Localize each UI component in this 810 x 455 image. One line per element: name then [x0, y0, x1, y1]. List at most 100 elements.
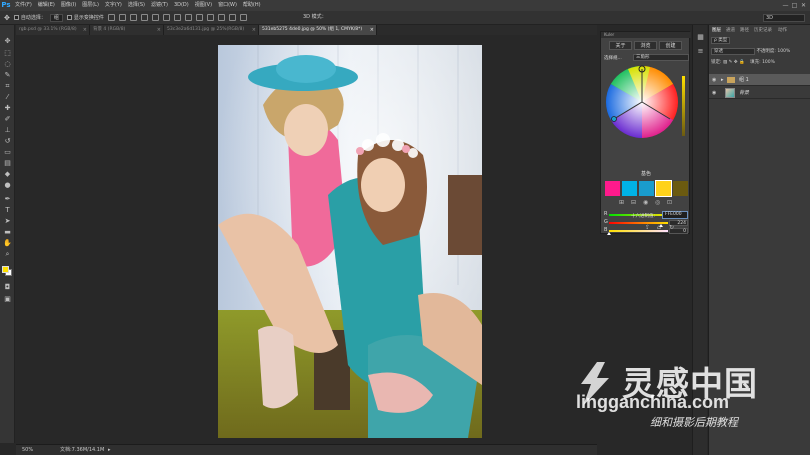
distribute-bottom-icon[interactable]	[195, 14, 203, 21]
distribute-top-icon[interactable]	[173, 14, 181, 21]
close-icon[interactable]: ×	[252, 25, 256, 35]
tab-actions[interactable]: 动作	[778, 27, 787, 33]
properties-panel-icon[interactable]: ≡	[696, 47, 705, 56]
opacity-value[interactable]: 100%	[777, 49, 790, 54]
workspace-dropdown[interactable]: 3D	[763, 14, 805, 22]
document-photo[interactable]	[218, 45, 482, 438]
foreground-color-swatch[interactable]	[2, 266, 9, 273]
doc-size-info[interactable]: 文档:7.36M/14.1M	[60, 445, 104, 455]
type-tool-icon[interactable]: T	[3, 206, 12, 215]
brush-tool-icon[interactable]: ✐	[3, 115, 12, 124]
path-select-tool-icon[interactable]: ➤	[3, 217, 12, 226]
visibility-eye-icon[interactable]: ◉	[712, 74, 716, 86]
tab-create[interactable]: 创建	[659, 41, 682, 50]
move-tool-icon[interactable]: ✥	[3, 37, 12, 46]
menu-item[interactable]: 3D(D)	[171, 0, 192, 11]
zoom-tool-icon[interactable]: ⌕	[3, 250, 12, 259]
align-vcenter-icon[interactable]	[118, 14, 126, 21]
refresh-icon[interactable]: ↻	[669, 224, 674, 231]
dodge-tool-icon[interactable]: ●	[3, 181, 12, 190]
eyedropper-tool-icon[interactable]: ⁄	[3, 93, 12, 102]
minimize-button[interactable]: —	[781, 0, 790, 11]
hand-tool-icon[interactable]: ✋	[3, 239, 12, 248]
move-tool-icon[interactable]: ✥	[4, 14, 10, 22]
fill-value[interactable]: 100%	[762, 60, 775, 65]
layer-row-group[interactable]: ◉ ▸ 组 1	[709, 74, 810, 86]
tab-browse[interactable]: 浏览	[634, 41, 657, 50]
maximize-button[interactable]: □	[790, 0, 799, 11]
doc-tab-active[interactable]: 531eb5275 4de0.jpg @ 50% (组 1, CMYK/8*) ×	[259, 25, 377, 35]
swatch-tool-icon[interactable]: ⊡	[667, 199, 672, 206]
color-rule-dropdown[interactable]: 三角形	[633, 54, 689, 61]
swatch-3[interactable]	[639, 181, 654, 196]
distribute-right-icon[interactable]	[228, 14, 236, 21]
lasso-tool-icon[interactable]: ◌	[3, 60, 12, 69]
swatch-1[interactable]	[605, 181, 620, 196]
blend-mode-dropdown[interactable]: 穿透	[711, 48, 755, 55]
expand-arrow-icon[interactable]: ▸	[721, 74, 724, 86]
menu-item[interactable]: 文字(Y)	[102, 0, 125, 11]
visibility-eye-icon[interactable]: ◉	[712, 87, 716, 99]
brightness-slider[interactable]	[682, 76, 685, 136]
upload-icon[interactable]: ⇪	[645, 224, 650, 231]
menu-item[interactable]: 文件(F)	[12, 0, 35, 11]
healing-brush-tool-icon[interactable]: ✚	[3, 104, 12, 113]
slider-thumb[interactable]	[607, 232, 611, 235]
quick-select-tool-icon[interactable]: ✎	[3, 71, 12, 80]
distribute-hcenter-icon[interactable]	[217, 14, 225, 21]
tab-about[interactable]: 关于	[609, 41, 632, 50]
tab-layers[interactable]: 图层	[712, 27, 721, 33]
pen-tool-icon[interactable]: ✒	[3, 195, 12, 204]
status-menu-icon[interactable]: ▸	[108, 445, 111, 455]
blur-tool-icon[interactable]: ◆	[3, 170, 12, 179]
align-left-icon[interactable]	[140, 14, 148, 21]
close-icon[interactable]: ×	[83, 25, 87, 35]
menu-item[interactable]: 帮助(H)	[240, 0, 264, 11]
tab-history[interactable]: 历史记录	[754, 27, 772, 33]
screen-mode-icon[interactable]: ▣	[3, 295, 12, 304]
menu-item[interactable]: 图像(I)	[58, 0, 79, 11]
swatch-tool-icon[interactable]: ⊟	[631, 199, 636, 206]
kuler-panel-title[interactable]: Kuler	[601, 32, 691, 38]
quick-mask-icon[interactable]: ◘	[3, 283, 12, 292]
menu-item[interactable]: 编辑(E)	[35, 0, 58, 11]
close-button[interactable]: ✕	[799, 0, 808, 11]
distribute-left-icon[interactable]	[206, 14, 214, 21]
swatch-4-base[interactable]	[655, 180, 672, 197]
color-wheel[interactable]	[604, 64, 680, 140]
auto-select-dropdown[interactable]: 组	[49, 13, 63, 22]
auto-select-checkbox[interactable]	[13, 15, 19, 20]
marquee-tool-icon[interactable]: ⬚	[3, 49, 12, 58]
align-hcenter-icon[interactable]	[151, 14, 159, 21]
doc-tab[interactable]: 背景 4 (RGB/8) ×	[90, 25, 164, 35]
layer-row-background[interactable]: ◉ 背景	[709, 87, 810, 99]
swatch-tool-icon[interactable]: ⊞	[619, 199, 624, 206]
save-swatch-icon[interactable]: ⌂	[657, 224, 661, 231]
doc-tab[interactable]: 53c3e2a6d131.jpg @ 25%(RGB/8) ×	[164, 25, 259, 35]
menu-item[interactable]: 滤镜(T)	[148, 0, 171, 11]
crop-tool-icon[interactable]: ⌗	[3, 82, 12, 91]
hex-input[interactable]: FFE000	[662, 211, 688, 219]
align-top-icon[interactable]	[107, 14, 115, 21]
tab-paths[interactable]: 路径	[740, 27, 749, 33]
doc-tab[interactable]: rgb.psd @ 33.1% (RGB/8) ×	[16, 25, 90, 35]
history-brush-tool-icon[interactable]: ↺	[3, 137, 12, 146]
menu-item[interactable]: 窗口(W)	[215, 0, 240, 11]
align-right-icon[interactable]	[162, 14, 170, 21]
layer-filter-dropdown[interactable]: ρ 类型	[711, 37, 731, 44]
swatch-tool-icon[interactable]: ◉	[643, 199, 648, 206]
eraser-tool-icon[interactable]: ▭	[3, 148, 12, 157]
auto-align-icon[interactable]	[239, 14, 247, 21]
distribute-vcenter-icon[interactable]	[184, 14, 192, 21]
swatch-5[interactable]	[673, 181, 688, 196]
align-bottom-icon[interactable]	[129, 14, 137, 21]
close-icon[interactable]: ×	[157, 25, 161, 35]
menu-item[interactable]: 视图(V)	[192, 0, 215, 11]
clone-stamp-tool-icon[interactable]: ⊥	[3, 126, 12, 135]
tab-channels[interactable]: 通道	[726, 27, 735, 33]
history-panel-icon[interactable]: ▦	[696, 33, 705, 42]
menu-item[interactable]: 图层(L)	[79, 0, 102, 11]
gradient-tool-icon[interactable]: ▤	[3, 159, 12, 168]
menu-item[interactable]: 选择(S)	[125, 0, 148, 11]
close-icon[interactable]: ×	[370, 25, 374, 35]
